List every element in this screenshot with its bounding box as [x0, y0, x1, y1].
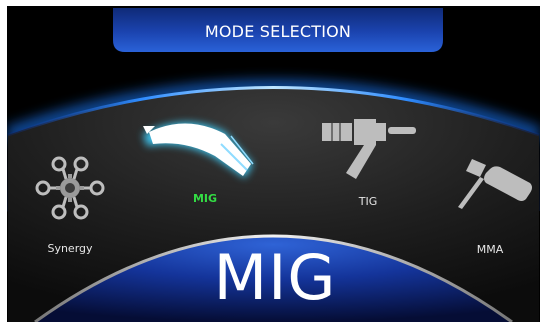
mig-torch-icon: [143, 122, 254, 178]
mma-electrode-holder-icon: [458, 159, 532, 209]
frame-top: [0, 0, 547, 6]
selected-mode-display: MIG: [213, 241, 337, 314]
mode-label-mma: MMA: [476, 243, 504, 256]
mode-selection-screen: MODE SELECTION Synergy MIG TIG MMA MIG: [0, 0, 547, 322]
tig-torch-icon: [322, 119, 416, 179]
mode-label-synergy: Synergy: [47, 242, 93, 255]
mode-tig[interactable]: TIG: [318, 115, 428, 215]
screen-title: MODE SELECTION: [204, 22, 352, 41]
synergy-icon: [35, 156, 105, 220]
mode-mma[interactable]: MMA: [450, 155, 540, 256]
frame-left: [0, 0, 7, 322]
frame-right: [540, 0, 547, 322]
mode-mig[interactable]: MIG: [135, 110, 275, 210]
mode-label-tig: TIG: [358, 195, 378, 208]
mode-synergy[interactable]: Synergy: [20, 150, 120, 260]
mode-label-mig: MIG: [192, 192, 218, 205]
